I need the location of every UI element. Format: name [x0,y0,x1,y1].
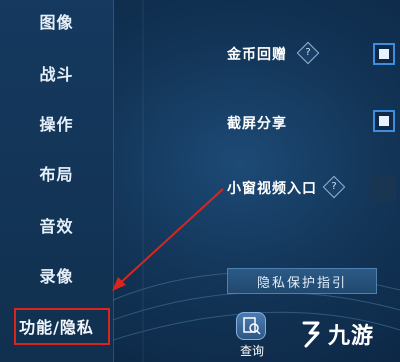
sidebar-item-controls[interactable]: 操作 [0,108,113,138]
privacy-guide-button[interactable]: 隐私保护指引 [227,268,377,294]
sidebar-item-sound[interactable]: 音效 [0,210,113,240]
active-item-highlight [14,308,110,345]
document-search-icon [236,312,266,340]
screenshot-share-label: 截屏分享 [227,116,287,132]
query-label: 查询 [239,344,264,358]
sidebar-item-replay[interactable]: 录像 [0,260,113,290]
sidebar-item-combat[interactable]: 战斗 [0,58,113,88]
coin-rebate-checkbox[interactable] [373,43,395,65]
sidebar-item-label: 布局 [39,165,74,184]
sidebar-item-graphics[interactable]: 图像 [0,6,113,36]
query-button[interactable]: 查询 [232,312,272,360]
mini-video-entry-checkbox[interactable] [370,175,396,201]
sidebar-item-label: 图像 [39,13,74,32]
checkbox-checked-mark [379,49,389,59]
mini-video-entry-label: 小窗视频入口 [227,181,317,197]
sidebar-item-layout[interactable]: 布局 [0,158,113,188]
annotation-arrow [112,188,224,291]
sidebar-item-label: 音效 [39,217,74,236]
sidebar-item-label: 战斗 [39,65,74,84]
watermark-logo: 九游 [298,314,398,354]
watermark-text: 九游 [328,324,375,349]
privacy-guide-button-label: 隐私保护指引 [256,275,347,291]
screenshot-share-checkbox[interactable] [373,110,395,132]
sidebar-item-label: 操作 [39,115,74,134]
coin-rebate-label: 金币回赠 [227,47,287,63]
checkbox-checked-mark [379,116,389,126]
nine-game-logo-icon [302,321,320,348]
sidebar-item-label: 录像 [39,267,74,286]
